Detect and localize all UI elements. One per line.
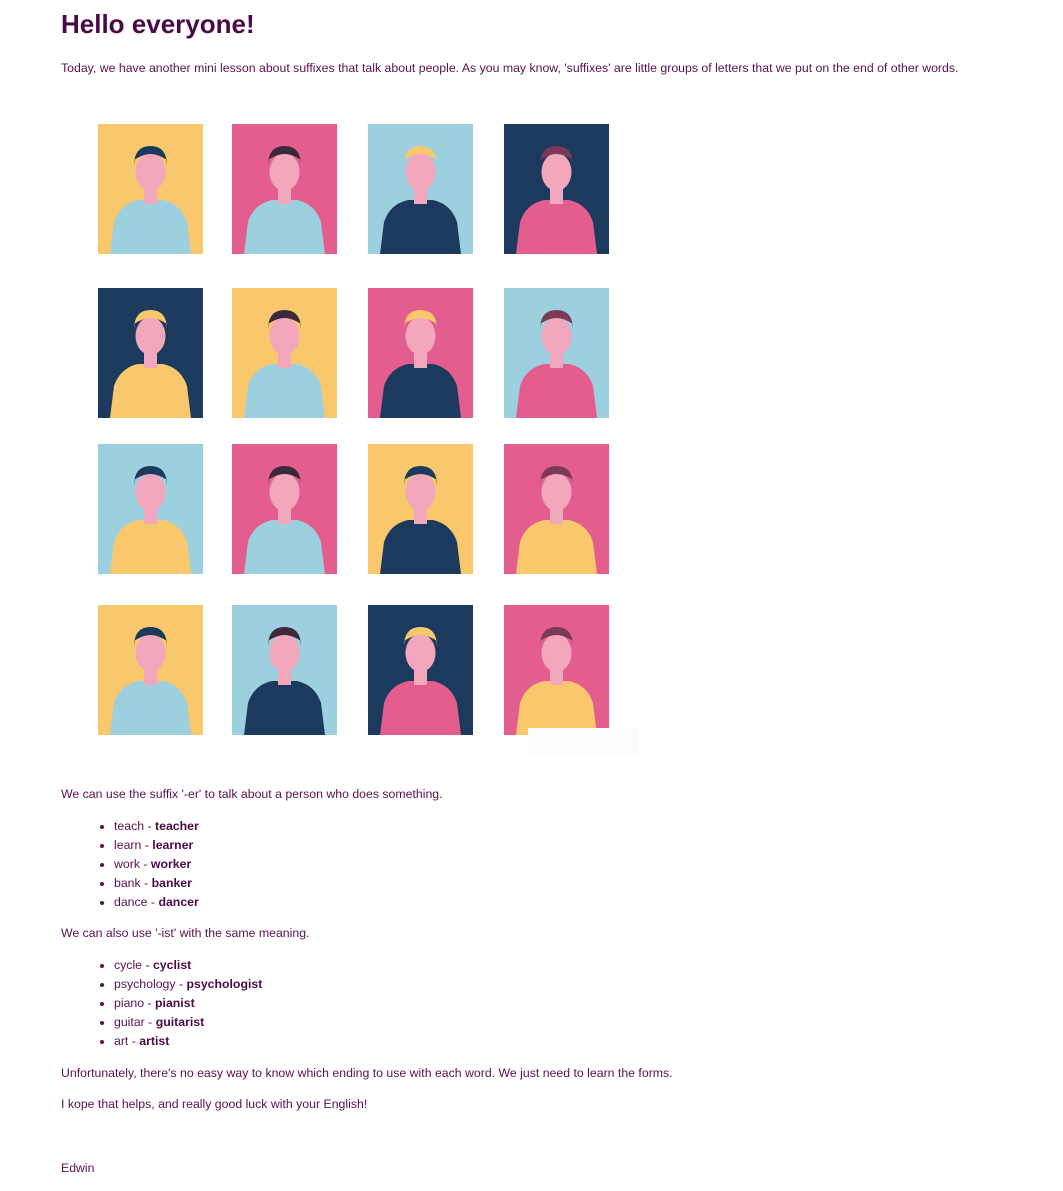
tourist-icon bbox=[232, 605, 337, 735]
police-officer-icon bbox=[232, 288, 337, 418]
list-item: piano - pianist bbox=[114, 994, 262, 1013]
guitarist-icon bbox=[98, 288, 203, 418]
list-item: psychology - psychologist bbox=[114, 975, 262, 994]
list-item: cycle - cyclist bbox=[114, 956, 262, 975]
firefighter-icon bbox=[98, 444, 203, 574]
engineer-phone-icon bbox=[368, 444, 473, 574]
er-intro: We can use the suffix '-er' to talk abou… bbox=[61, 787, 443, 801]
welder-icon bbox=[98, 605, 203, 735]
signature: Edwin bbox=[61, 1161, 95, 1175]
builder-icon bbox=[232, 124, 337, 254]
list-item: learn - learner bbox=[114, 836, 199, 855]
pilot-icon bbox=[504, 444, 609, 574]
painter-icon bbox=[504, 288, 609, 418]
er-list: teach - teacher learn - learner work - w… bbox=[100, 817, 199, 912]
ist-intro: We can also use '-ist' with the same mea… bbox=[61, 926, 310, 940]
wish-paragraph: I kope that helps, and really good luck … bbox=[61, 1097, 368, 1111]
dark-person-icon bbox=[504, 605, 609, 735]
ist-list: cycle - cyclist psychology - psychologis… bbox=[100, 956, 262, 1051]
list-item: work - worker bbox=[114, 855, 199, 874]
list-item: art - artist bbox=[114, 1032, 262, 1051]
long-hair-woman-icon bbox=[368, 288, 473, 418]
cap-person-icon bbox=[98, 124, 203, 254]
list-item: dance - dancer bbox=[114, 893, 199, 912]
glasses-man-icon bbox=[368, 605, 473, 735]
list-item: guitar - guitarist bbox=[114, 1013, 262, 1032]
blonde-woman-icon bbox=[504, 124, 609, 254]
list-item: bank - banker bbox=[114, 874, 199, 893]
intro-paragraph: Today, we have another mini lesson about… bbox=[61, 61, 959, 75]
professions-illustration bbox=[98, 124, 638, 754]
closing-paragraph: Unfortunately, there's no easy way to kn… bbox=[61, 1066, 673, 1080]
image-shadow bbox=[528, 728, 638, 754]
page-title: Hello everyone! bbox=[61, 9, 255, 39]
doctor-icon bbox=[368, 124, 473, 254]
chef-icon bbox=[232, 444, 337, 574]
list-item: teach - teacher bbox=[114, 817, 199, 836]
